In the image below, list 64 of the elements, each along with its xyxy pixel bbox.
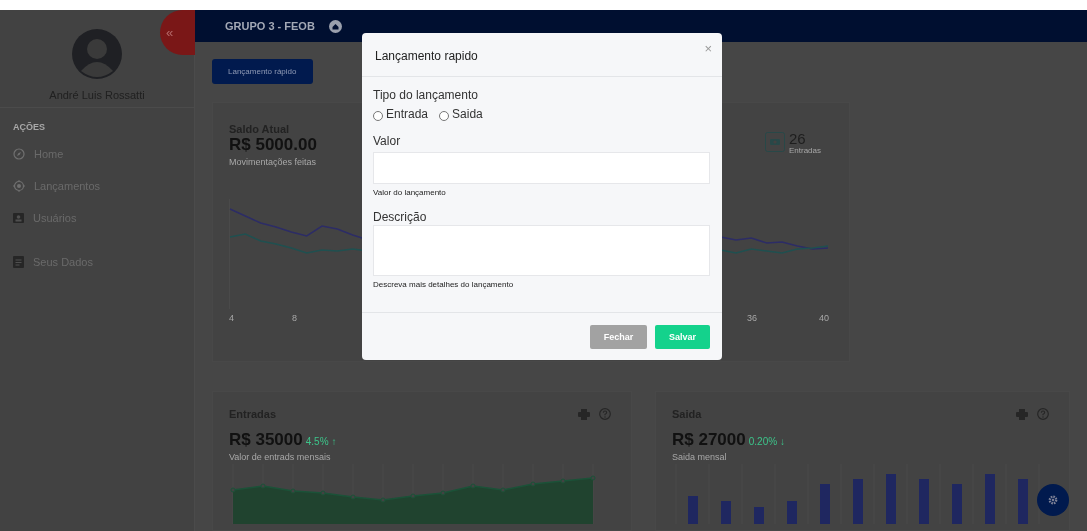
- data-point: [500, 487, 506, 493]
- contact-card-icon: [13, 211, 24, 224]
- chart-bar: [985, 474, 995, 524]
- chart-bar: [1018, 479, 1028, 524]
- chart-bar: [721, 501, 731, 524]
- card-subtitle: Movimentações feitas: [229, 157, 317, 167]
- compass-icon: [13, 147, 25, 160]
- data-point: [530, 481, 536, 487]
- close-dialog-button[interactable]: Fechar: [590, 324, 647, 349]
- field-label: Tipo do lançamento: [373, 88, 479, 102]
- modal-title: Lançamento rapido: [375, 49, 478, 63]
- trend-arrow: ↓: [780, 436, 786, 447]
- stat-label: Entradas: [788, 146, 821, 155]
- data-point: [260, 483, 266, 489]
- avatar: [72, 29, 122, 79]
- change-value: 0.20%: [748, 436, 778, 447]
- quick-entry-button[interactable]: Lançamento rápido: [212, 59, 313, 84]
- data-point: [290, 488, 296, 494]
- chart-bar: [787, 501, 797, 524]
- value-field[interactable]: [373, 152, 710, 184]
- data-point: [380, 497, 386, 503]
- chart-bar: [853, 479, 863, 524]
- save-button[interactable]: Salvar: [655, 324, 710, 349]
- help-text: Descreva mais detalhes do lançamento: [373, 280, 515, 289]
- chart-bar: [919, 479, 929, 524]
- data-point: [350, 494, 356, 500]
- chart-bar: [952, 484, 962, 524]
- axis-tick-label: 40: [819, 313, 829, 323]
- document-icon: [13, 255, 24, 268]
- trend-arrow: ↑: [331, 436, 337, 447]
- help-icon: [599, 408, 611, 420]
- help-icon: [1037, 408, 1049, 420]
- chart-bar: [754, 507, 764, 524]
- radio-label: Entrada: [386, 107, 429, 121]
- radio-label: Saida: [452, 107, 483, 121]
- chart-bar: [820, 484, 830, 524]
- field-label: Descrição: [373, 210, 428, 224]
- data-point: [470, 483, 476, 489]
- help-text: Valor do lançamento: [373, 188, 447, 197]
- money-icon: [764, 132, 785, 152]
- close-button[interactable]: ×: [702, 41, 714, 56]
- data-point: [320, 490, 326, 496]
- radio-button[interactable]: [439, 110, 450, 121]
- axis-tick-label: 36: [746, 313, 757, 323]
- data-point: [230, 487, 236, 493]
- radio-button[interactable]: [373, 110, 383, 121]
- data-point: [440, 490, 446, 496]
- card-subtitle: Valor de entrads mensais: [229, 452, 332, 462]
- field-label: Valor: [373, 134, 402, 148]
- section-title: AÇÕES: [13, 122, 46, 132]
- axis-tick-label: 4: [229, 313, 234, 323]
- axis-tick-label: 8: [292, 313, 298, 323]
- data-point: [590, 475, 596, 481]
- data-point: [560, 478, 566, 484]
- settings-icon: [1048, 495, 1058, 505]
- target-icon: [13, 179, 25, 192]
- app-title: GRUPO 3 - FEOB: [225, 20, 315, 32]
- data-point: [410, 493, 416, 499]
- home-icon: [328, 19, 342, 33]
- description-field[interactable]: [373, 225, 710, 276]
- chart-bar: [886, 474, 896, 524]
- chart-bar: [688, 496, 698, 524]
- change-value: 4.5%: [305, 436, 329, 447]
- card-subtitle: Saida mensal: [672, 452, 728, 462]
